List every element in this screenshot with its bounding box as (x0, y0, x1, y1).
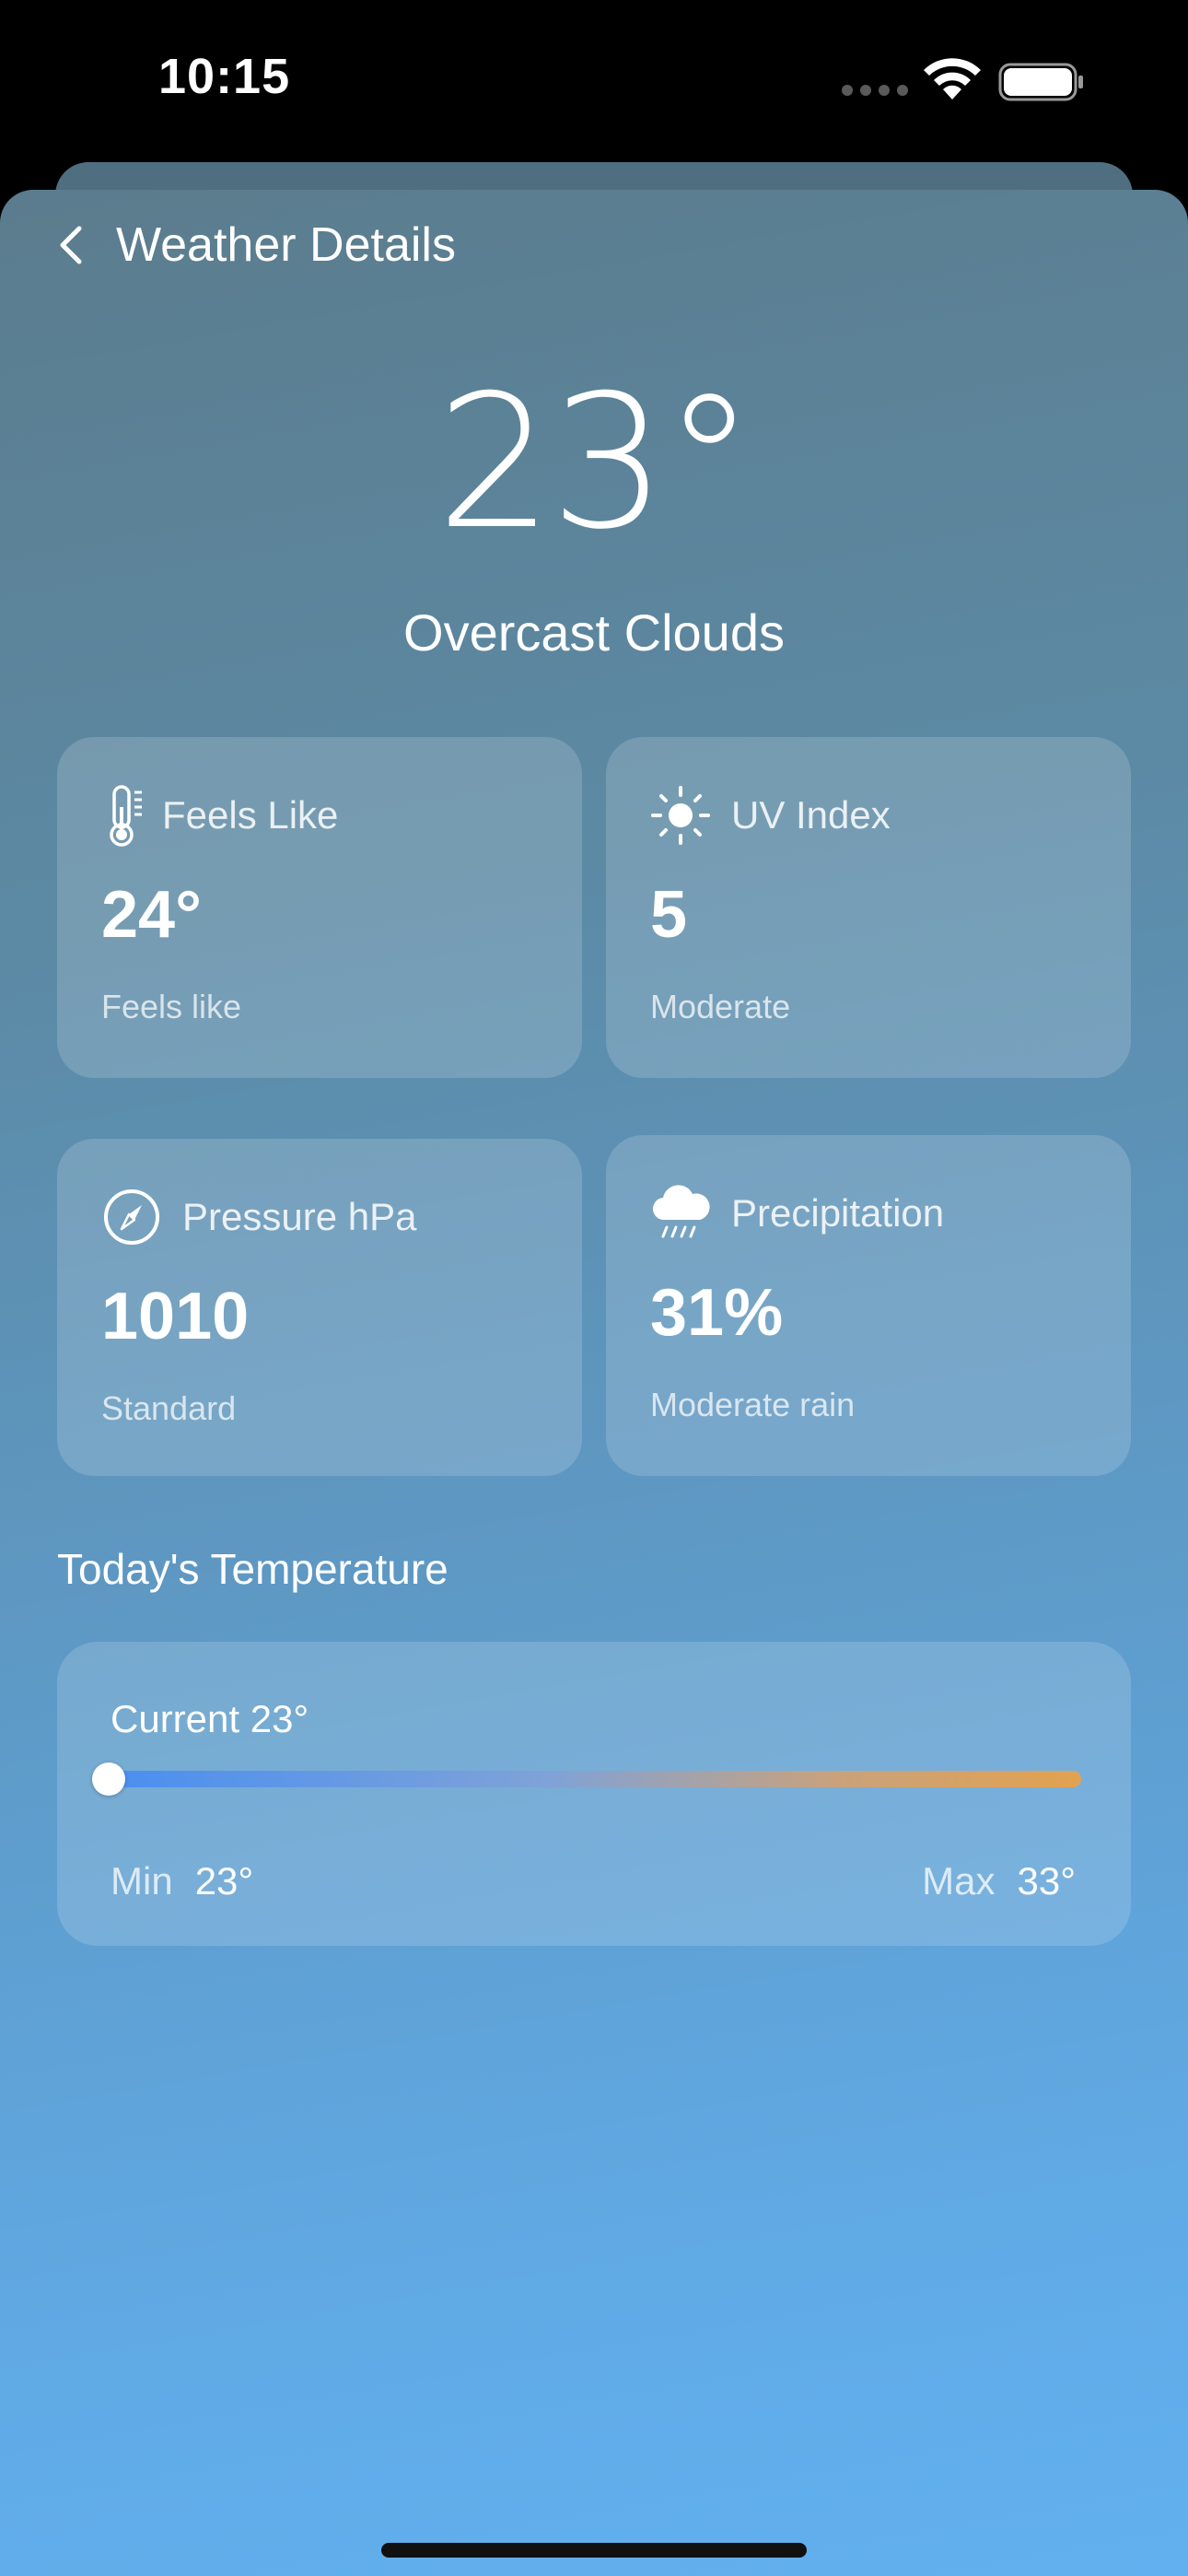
card-label: Feels Like (162, 793, 339, 837)
card-header: Precipitation (650, 1181, 944, 1246)
card-label: Pressure hPa (182, 1195, 417, 1238)
temperature-indicator-knob (92, 1762, 125, 1796)
card-value: 5 (650, 878, 688, 952)
precipitation-card[interactable]: Precipitation 31% Moderate rain (606, 1135, 1131, 1476)
min-value: 23° (194, 1859, 254, 1903)
uv-index-card[interactable]: UV Index 5 Moderate (606, 737, 1131, 1078)
page-title: Weather Details (116, 218, 456, 272)
card-value: 1010 (101, 1280, 250, 1353)
max-temperature: Max 33° (922, 1859, 1076, 1903)
feels-like-card[interactable]: Feels Like 24° Feels like (57, 737, 582, 1078)
section-title: Today's Temperature (57, 1545, 448, 1593)
card-header: Pressure hPa (101, 1185, 416, 1249)
weather-condition: Overcast Clouds (403, 603, 785, 662)
max-value: 33° (1017, 1859, 1076, 1903)
card-label: Precipitation (731, 1191, 945, 1235)
max-label: Max (922, 1859, 996, 1903)
sun-icon (651, 786, 710, 845)
card-subtitle: Feels like (101, 988, 242, 1025)
card-header: UV Index (650, 783, 891, 848)
card-label: UV Index (731, 793, 891, 837)
gauge-icon (104, 1189, 159, 1245)
chevron-left-icon[interactable] (52, 217, 88, 273)
cloud-rain-icon (652, 1185, 710, 1238)
min-temperature: Min 23° (111, 1859, 253, 1903)
card-header: Feels Like (101, 783, 338, 848)
thermometer-icon (110, 785, 142, 847)
temperature-range-bar (92, 1762, 1081, 1796)
battery-icon (998, 63, 1083, 101)
card-value: 24° (101, 878, 202, 952)
navigation-bar: Weather Details (52, 217, 456, 273)
min-label: Min (111, 1859, 173, 1903)
signal-dots-icon (842, 85, 908, 96)
weather-details-sheet: Weather Details 23° Overcast Clouds Feel… (0, 190, 1188, 2576)
current-temperature: 23° (436, 356, 756, 570)
home-indicator[interactable] (381, 2543, 807, 2558)
todays-temperature-card: Current 23° Min 23° Max 33° (57, 1642, 1131, 1946)
status-bar: 10:15 (0, 0, 1188, 166)
card-subtitle: Standard (101, 1389, 237, 1427)
card-subtitle: Moderate rain (650, 1386, 856, 1423)
pressure-card[interactable]: Pressure hPa 1010 Standard (57, 1139, 582, 1476)
card-value: 31% (650, 1276, 784, 1350)
current-temperature-label: Current 23° (111, 1697, 309, 1740)
card-subtitle: Moderate (650, 988, 791, 1025)
wifi-icon (924, 58, 981, 100)
status-time: 10:15 (158, 49, 291, 104)
